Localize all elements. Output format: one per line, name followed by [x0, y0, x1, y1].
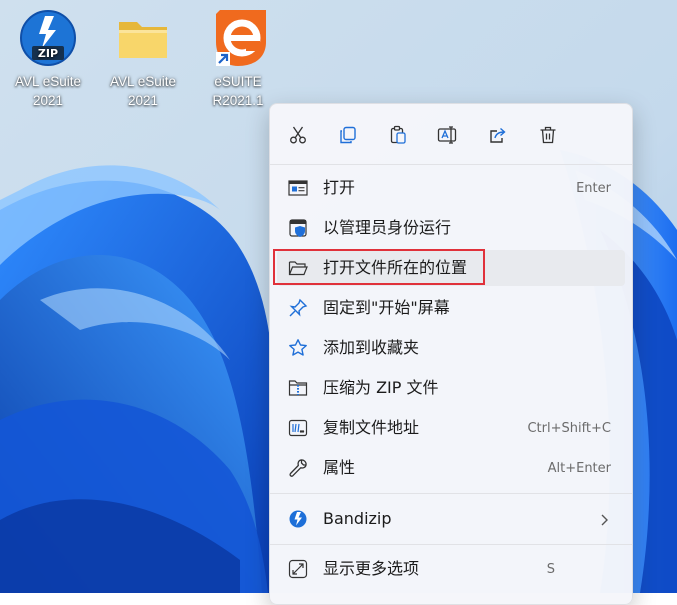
rename-button[interactable] [431, 118, 465, 152]
menu-item-label: 打开 [323, 178, 356, 197]
menu-item-shortcut: Ctrl+Shift+C [527, 421, 611, 436]
cut-icon [290, 126, 306, 144]
open-app-icon [288, 178, 308, 198]
menu-item-shortcut: Enter [576, 181, 611, 196]
copy-icon [340, 126, 356, 144]
menu-separator [270, 164, 632, 165]
delete-button[interactable] [531, 118, 565, 152]
menu-item-properties[interactable]: 属性 Alt+Enter [277, 450, 625, 486]
menu-item-label: 压缩为 ZIP 文件 [323, 378, 439, 397]
context-menu: 打开 Enter 以管理员身份运行 打开文件所在的位置 固定到"开始"屏幕 添加… [269, 103, 633, 605]
chevron-right-icon [599, 512, 609, 531]
zip-folder-icon [288, 378, 308, 398]
desktop-icon-label-line2: R2021.1 [212, 93, 264, 108]
menu-item-label: 以管理员身份运行 [323, 218, 452, 237]
paste-button[interactable] [381, 118, 415, 152]
svg-text:ZIP: ZIP [38, 47, 58, 60]
menu-item-label: Bandizip [323, 509, 392, 528]
desktop-icon-label-line1: AVL eSuite [14, 74, 82, 89]
esuite-app-icon [208, 8, 268, 68]
menu-item-label: 固定到"开始"屏幕 [323, 298, 450, 317]
paste-icon [390, 125, 406, 144]
context-menu-toolbar [270, 104, 632, 164]
menu-separator [270, 493, 632, 494]
menu-item-copy-as-path[interactable]: 复制文件地址 Ctrl+Shift+C [277, 410, 625, 446]
delete-icon [540, 126, 556, 144]
desktop-icon-zip[interactable]: ZIP AVL eSuite 2021 [6, 8, 90, 110]
bandizip-icon [288, 509, 308, 529]
menu-item-add-to-favorites[interactable]: 添加到收藏夹 [277, 330, 625, 366]
menu-item-shortcut: S [546, 562, 555, 577]
desktop-icon-folder[interactable]: AVL eSuite 2021 [101, 8, 185, 110]
desktop-icon-label-line2: 2021 [32, 93, 64, 108]
desktop-icon-label-line1: eSUITE [214, 74, 262, 89]
folder-icon [113, 8, 173, 68]
menu-item-bandizip[interactable]: Bandizip [277, 501, 625, 537]
menu-item-label: 复制文件地址 [323, 418, 420, 437]
menu-item-shortcut: Alt+Enter [547, 461, 611, 476]
menu-separator [270, 544, 632, 545]
more-options-icon [288, 559, 308, 579]
menu-item-run-as-admin[interactable]: 以管理员身份运行 [277, 210, 625, 246]
desktop-icon-label-line2: 2021 [127, 93, 159, 108]
copy-button[interactable] [331, 118, 365, 152]
share-icon [490, 127, 506, 143]
menu-item-open[interactable]: 打开 Enter [277, 170, 625, 206]
menu-item-label: 打开文件所在的位置 [323, 258, 468, 277]
menu-item-open-file-location[interactable]: 打开文件所在的位置 [277, 250, 625, 286]
desktop-icon-label-line1: AVL eSuite [109, 74, 177, 89]
pin-icon [288, 298, 308, 318]
shield-icon [288, 218, 308, 238]
menu-item-show-more-options[interactable]: 显示更多选项 S [277, 551, 625, 587]
zip-archive-icon: ZIP [18, 8, 78, 68]
rename-icon [437, 126, 457, 144]
menu-item-label: 属性 [323, 458, 356, 477]
star-icon [288, 338, 308, 358]
folder-open-icon [288, 258, 308, 278]
cut-button[interactable] [281, 118, 315, 152]
menu-item-compress-zip[interactable]: 压缩为 ZIP 文件 [277, 370, 625, 406]
menu-item-pin-to-start[interactable]: 固定到"开始"屏幕 [277, 290, 625, 326]
menu-item-label: 添加到收藏夹 [323, 338, 420, 357]
copy-path-icon [288, 418, 308, 438]
share-button[interactable] [481, 118, 515, 152]
wrench-icon [288, 458, 308, 478]
menu-item-label: 显示更多选项 [323, 559, 420, 578]
desktop-icon-esuite[interactable]: eSUITE R2021.1 [196, 8, 280, 110]
